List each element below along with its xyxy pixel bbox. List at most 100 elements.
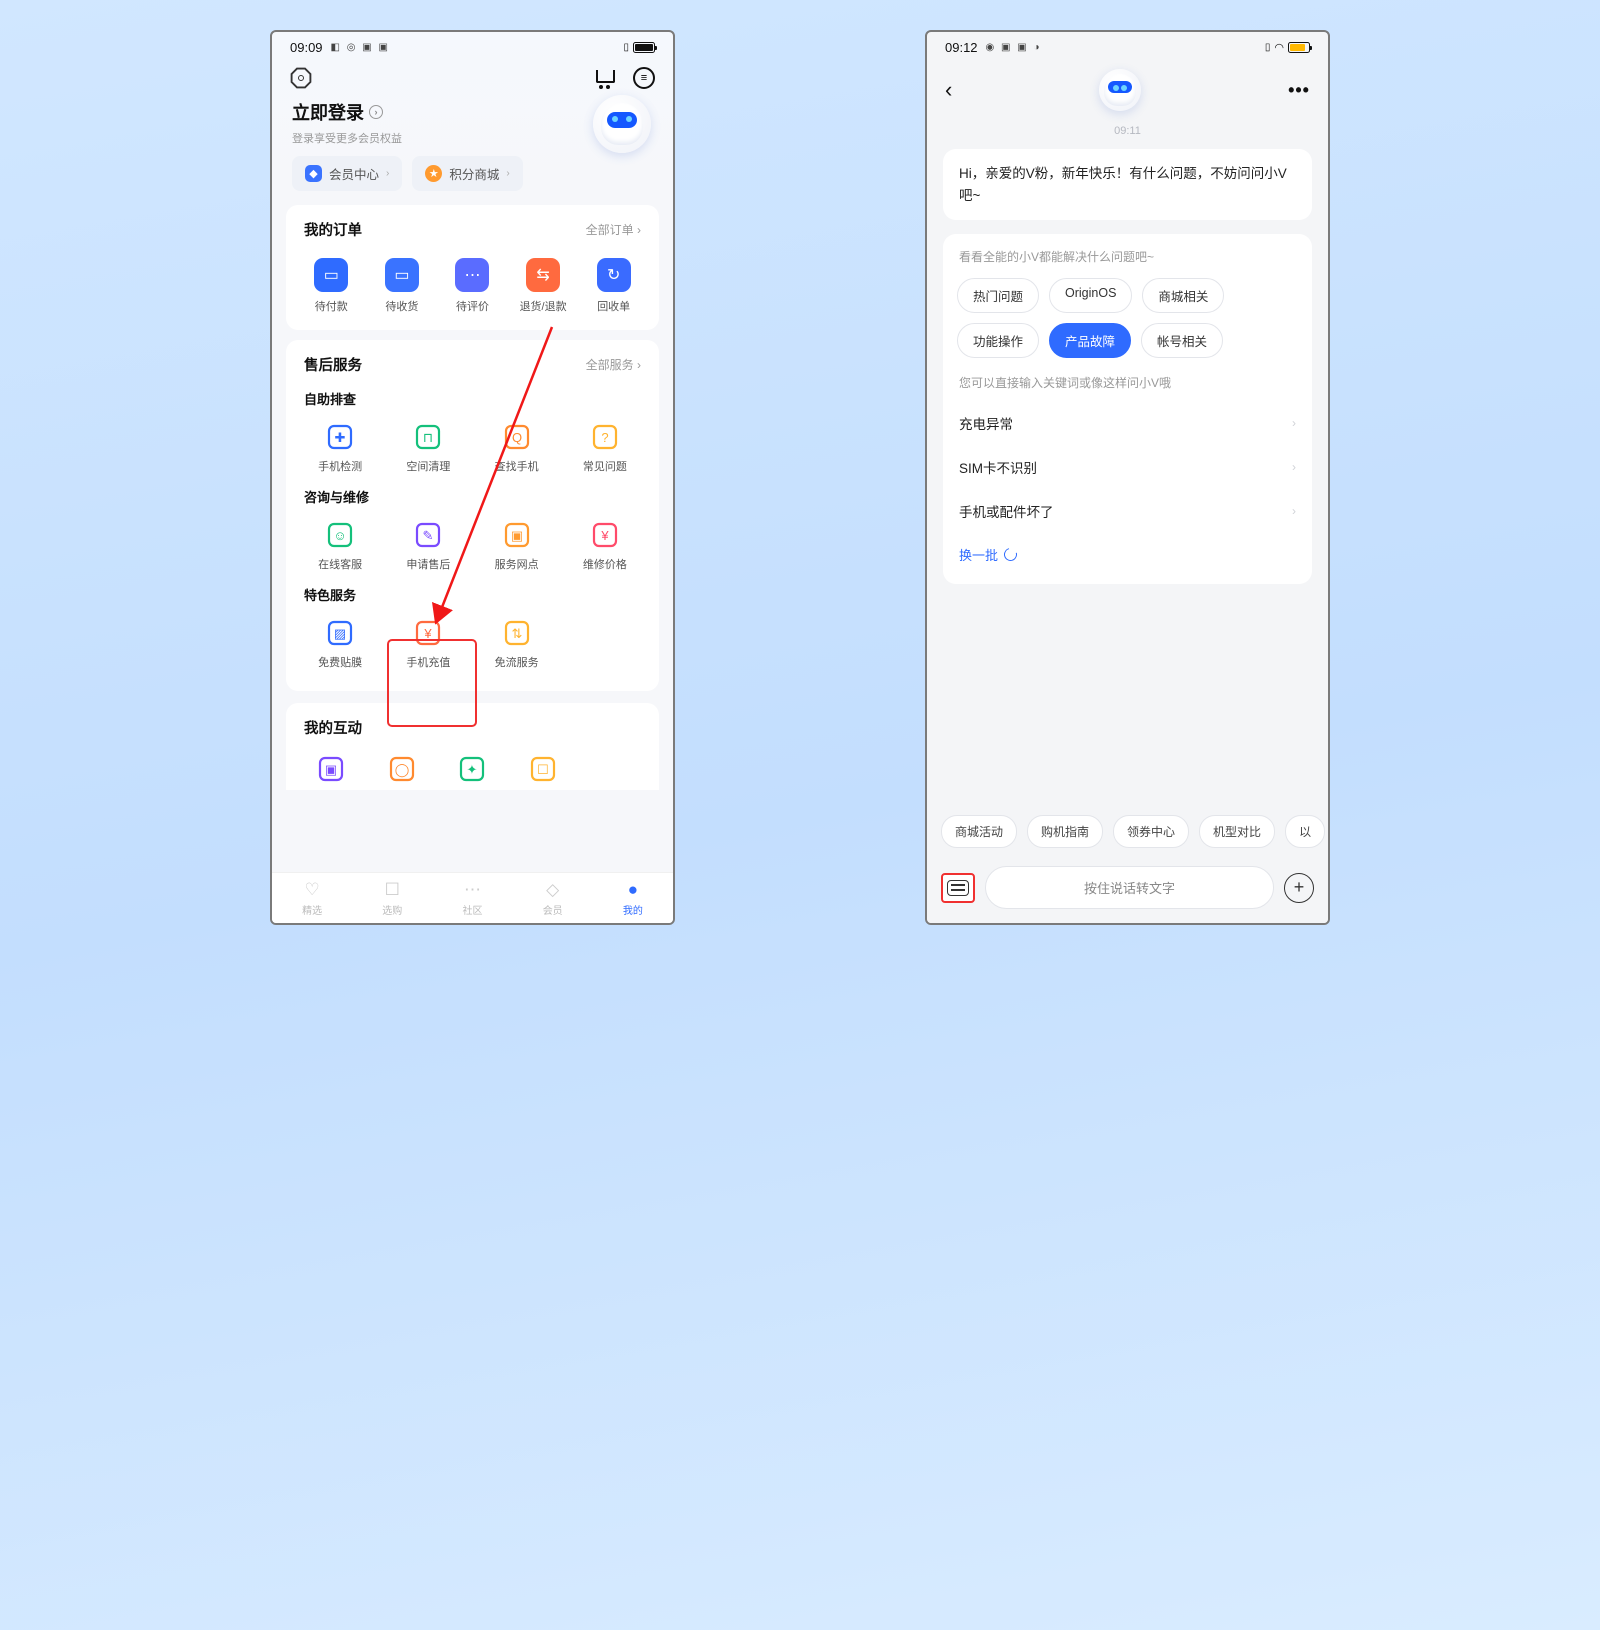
order-item[interactable]: ↻ 回收单 [578, 254, 649, 318]
quick-chip[interactable]: 以 [1285, 815, 1325, 848]
pill-points[interactable]: ★ 积分商城› [412, 156, 522, 191]
top-actions: ≡ [272, 59, 673, 95]
card-service: 售后服务 全部服务 › 自助排查 ✚ 手机检测 ⊓ 空间清理 Q 查找手机 ? [286, 340, 659, 691]
quick-chip[interactable]: 领券中心 [1113, 815, 1189, 848]
order-icon: ⇆ [526, 258, 560, 292]
category-chip[interactable]: OriginOS [1049, 278, 1132, 313]
svg-text:?: ? [601, 430, 608, 445]
service-item[interactable]: ☺ 在线客服 [296, 518, 384, 575]
quick-chip-row: 商城活动购机指南领券中心机型对比以 [927, 805, 1328, 858]
svg-text:☺: ☺ [333, 528, 346, 543]
service-item[interactable]: ⊓ 空间清理 [384, 420, 472, 477]
sub-special: 特色服务 [296, 585, 649, 616]
service-label: 在线客服 [318, 556, 362, 572]
service-item[interactable]: ⇅ 免流服务 [473, 616, 561, 673]
nav-item[interactable]: ⋯ 社区 [432, 880, 512, 917]
pill-member[interactable]: ◆ 会员中心› [292, 156, 402, 191]
nav-item[interactable]: ◇ 会员 [513, 880, 593, 917]
interact-icon: ◯ [388, 755, 416, 783]
nav-item[interactable]: ☐ 选购 [352, 880, 432, 917]
voice-input[interactable]: 按住说话转文字 [985, 866, 1274, 909]
service-item[interactable]: ▨ 免费贴膜 [296, 616, 384, 673]
chat-avatar[interactable] [1099, 69, 1141, 111]
service-item[interactable]: ¥ 维修价格 [561, 518, 649, 575]
wifi-icon: ◠ [1274, 41, 1284, 54]
interact-item[interactable]: ✦ [437, 752, 508, 786]
service-item[interactable]: ✎ 申请售后 [384, 518, 472, 575]
category-chip[interactable]: 商城相关 [1142, 278, 1224, 313]
refresh-button[interactable]: 换一批 [957, 533, 1298, 566]
service-label: 维修价格 [583, 556, 627, 572]
service-label: 查找手机 [495, 458, 539, 474]
svg-text:▣: ▣ [510, 528, 522, 543]
category-chip[interactable]: 功能操作 [957, 323, 1039, 358]
cart-icon[interactable] [595, 68, 617, 88]
chevron-right-icon: › [1292, 460, 1296, 474]
quick-chip[interactable]: 商城活动 [941, 815, 1017, 848]
diamond-icon: ◆ [305, 165, 322, 182]
svg-text:▣: ▣ [325, 762, 337, 777]
sub-consult: 咨询与维修 [296, 487, 649, 518]
interact-item[interactable]: ◯ [367, 752, 438, 786]
avatar-robot[interactable] [593, 95, 651, 153]
service-label: 服务网点 [495, 556, 539, 572]
question-item[interactable]: SIM卡不识别› [957, 445, 1298, 489]
order-icon: ⋯ [455, 258, 489, 292]
order-label: 待付款 [315, 298, 348, 314]
status-time: 09:09 [290, 40, 323, 55]
service-label: 手机充值 [406, 654, 450, 670]
service-icon: ▨ [326, 619, 354, 647]
back-button[interactable]: ‹ [945, 77, 952, 103]
interact-item[interactable]: ☐ [508, 752, 579, 786]
service-item[interactable]: Q 查找手机 [473, 420, 561, 477]
plus-button[interactable]: + [1284, 873, 1314, 903]
suggestion-card: 看看全能的小V都能解决什么问题吧~ 热门问题OriginOS商城相关功能操作产品… [943, 234, 1312, 584]
nav-item[interactable]: ♡ 精选 [272, 880, 352, 917]
settings-icon[interactable] [290, 67, 312, 89]
service-icon: ¥ [414, 619, 442, 647]
quick-chip[interactable]: 购机指南 [1027, 815, 1103, 848]
order-item[interactable]: ⋯ 待评价 [437, 254, 508, 318]
more-button[interactable]: ••• [1288, 80, 1310, 101]
orders-all-link[interactable]: 全部订单 › [586, 221, 641, 238]
star-icon: ★ [425, 165, 442, 182]
category-chip[interactable]: 热门问题 [957, 278, 1039, 313]
message-icon[interactable]: ≡ [633, 67, 655, 89]
order-label: 退货/退款 [520, 298, 567, 314]
quick-chip[interactable]: 机型对比 [1199, 815, 1275, 848]
order-label: 待收货 [385, 298, 418, 314]
question-item[interactable]: 手机或配件坏了› [957, 489, 1298, 533]
service-icon: ⊓ [414, 423, 442, 451]
chat-header: ‹ ••• [927, 59, 1328, 117]
order-icon: ▭ [385, 258, 419, 292]
battery-icon [633, 42, 655, 53]
service-icon: ? [591, 423, 619, 451]
order-item[interactable]: ▭ 待付款 [296, 254, 367, 318]
service-item[interactable]: ✚ 手机检测 [296, 420, 384, 477]
order-label: 待评价 [456, 298, 489, 314]
keyboard-toggle[interactable] [941, 873, 975, 903]
service-label: 免费贴膜 [318, 654, 362, 670]
order-item[interactable]: ▭ 待收货 [367, 254, 438, 318]
order-icon: ↻ [597, 258, 631, 292]
bottom-nav: ♡ 精选 ☐ 选购 ⋯ 社区 ◇ 会员 ● 我的 [272, 872, 673, 923]
sim-icon-2: ▯ [1265, 42, 1271, 53]
question-item[interactable]: 充电异常› [957, 401, 1298, 445]
status-bar: 09:09 ◧ ◎ ▣ ▣ ▯ [272, 32, 673, 59]
service-item[interactable]: ¥ 手机充值 [384, 616, 472, 673]
service-all-link[interactable]: 全部服务 › [586, 356, 641, 373]
category-chip[interactable]: 帐号相关 [1141, 323, 1223, 358]
svg-text:✚: ✚ [335, 430, 346, 445]
order-item[interactable]: ⇆ 退货/退款 [508, 254, 579, 318]
service-icon: ✚ [326, 423, 354, 451]
battery-icon-2 [1288, 42, 1310, 53]
interact-icon: ✦ [458, 755, 486, 783]
nav-item[interactable]: ● 我的 [593, 880, 673, 917]
service-icon: Q [503, 423, 531, 451]
interact-item[interactable]: ▣ [296, 752, 367, 786]
service-item[interactable]: ? 常见问题 [561, 420, 649, 477]
service-item[interactable]: ▣ 服务网点 [473, 518, 561, 575]
refresh-icon [1002, 546, 1020, 564]
category-chip[interactable]: 产品故障 [1049, 323, 1131, 358]
nav-label: 社区 [462, 902, 482, 917]
